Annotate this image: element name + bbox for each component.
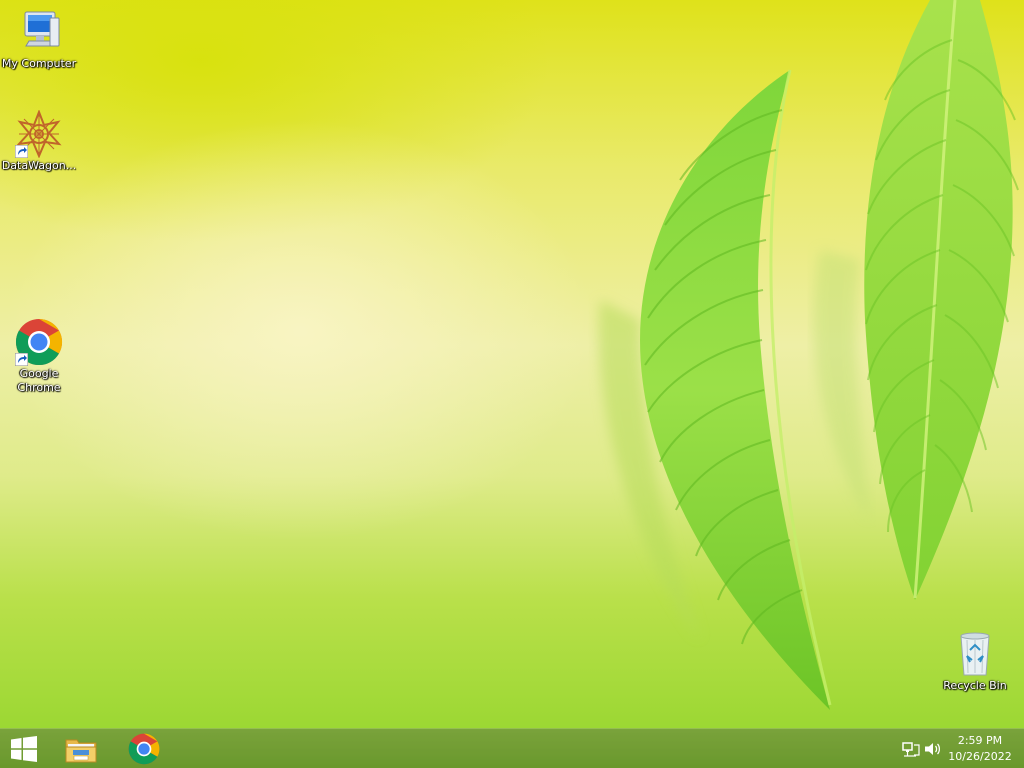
taskbar: 2:59 PM 10/26/2022 [0,728,1024,768]
folder-icon [65,739,97,763]
desktop-icon-label: DataWagon... [1,159,77,172]
shortcut-arrow-icon [15,145,28,158]
chrome-icon [15,318,63,366]
desktop-icon-label: Google Chrome [17,367,61,394]
desktop-icon-label: Recycle Bin [943,679,1007,692]
desktop-icon-recycle-bin[interactable]: Recycle Bin [936,630,1014,693]
windows-logo-icon [11,736,37,762]
datawagon-icon [15,109,63,159]
chrome-icon [128,733,160,765]
file-explorer-button[interactable] [57,729,105,768]
clock-time: 2:59 PM [957,734,1003,747]
desktop-icon-label: My Computer [1,57,77,70]
wallpaper-leaves [598,0,1019,710]
desktop-icon-google-chrome[interactable]: Google Chrome [0,318,78,395]
chrome-taskbar-button[interactable] [120,729,168,768]
volume-icon[interactable] [924,741,942,757]
desktop-icon-datawagon[interactable]: DataWagon... [0,109,78,173]
network-icon[interactable] [902,741,920,757]
recycle-bin-icon [951,630,999,678]
desktop-icon-my-computer[interactable]: My Computer [0,8,78,71]
system-tray: 2:59 PM 10/26/2022 [884,729,1024,768]
computer-icon [15,8,63,56]
clock-date: 10/26/2022 [948,750,1012,763]
start-button[interactable] [0,729,48,768]
shortcut-arrow-icon [15,353,28,366]
clock[interactable]: 2:59 PM 10/26/2022 [944,733,1016,765]
desktop[interactable]: My Computer DataWagon... Google Chrome R… [0,0,1024,768]
